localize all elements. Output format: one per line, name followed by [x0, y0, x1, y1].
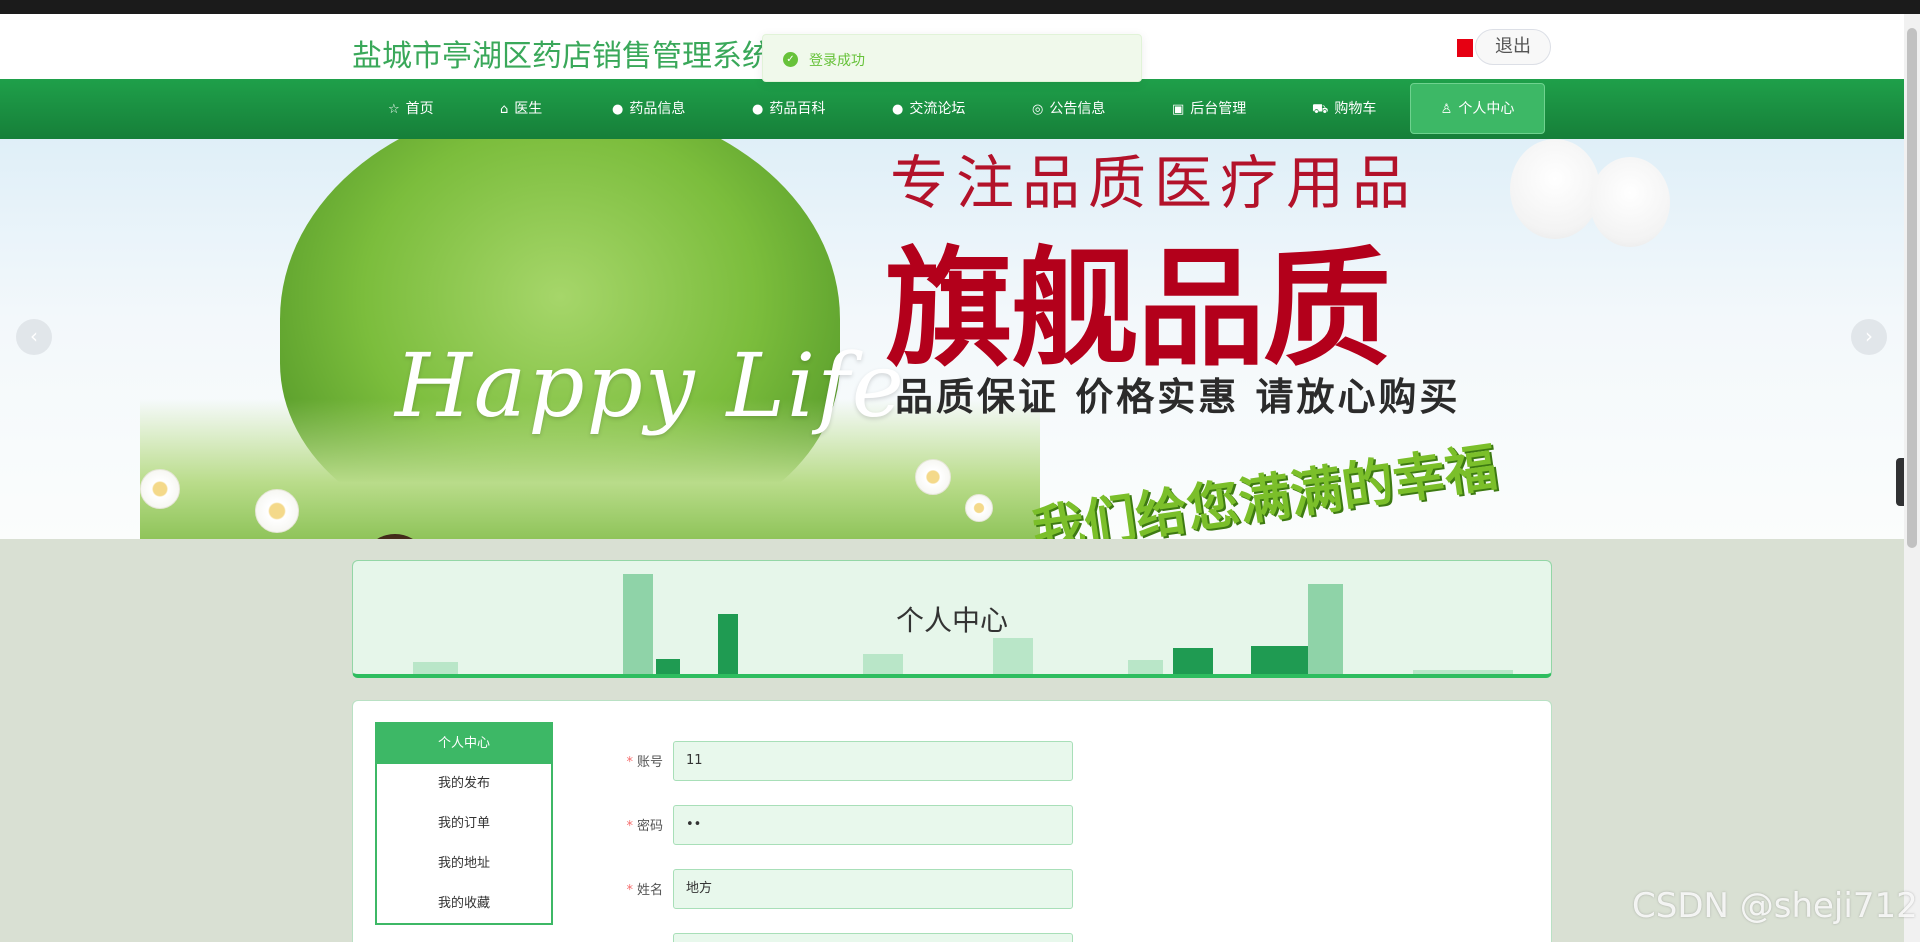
nav-label: 公告信息 — [1049, 101, 1106, 117]
label-text: 密码 — [636, 819, 663, 834]
name-label: * 姓名 — [583, 879, 663, 898]
password-label: * 密码 — [583, 815, 663, 834]
banner-slogan-main: 旗舰品质 — [885, 235, 1391, 384]
menu-item-personal-center[interactable]: 个人中心 — [377, 724, 551, 764]
skyline-building — [656, 659, 680, 674]
personal-center-card: 个人中心 我的发布 我的订单 我的地址 我的收藏 * 账号 11 * 密码 •• *… — [352, 700, 1552, 942]
label-text: 账号 — [636, 755, 663, 770]
skyline-building — [413, 662, 458, 674]
carousel-prev-button[interactable]: ‹ — [16, 319, 52, 355]
account-field[interactable]: 11 — [673, 741, 1073, 781]
skyline-building — [1128, 660, 1163, 674]
info-icon: ● — [612, 102, 624, 117]
smiley-cloud-icon — [1510, 139, 1600, 239]
account-label: * 账号 — [583, 751, 663, 770]
flower-icon — [915, 459, 951, 495]
happy-life-text: Happy Life — [395, 334, 906, 437]
toast-message: 登录成功 — [809, 53, 865, 69]
question-icon: ● — [752, 102, 764, 117]
label-text: 姓名 — [636, 883, 663, 898]
nav-label: 购物车 — [1334, 101, 1377, 117]
scrollbar-thumb[interactable] — [1907, 28, 1917, 548]
required-mark: * — [626, 819, 633, 834]
login-success-toast: ✓ 登录成功 — [762, 34, 1142, 82]
nav-item-personal-center[interactable]: ♙ 个人中心 — [1410, 83, 1545, 134]
hero-banner: Happy Life 专注品质医疗用品 旗舰品质 品质保证 价格实惠 请放心购买… — [0, 139, 1904, 539]
site-title: 盐城市亭湖区药店销售管理系统 — [352, 39, 772, 74]
nav-label: 药品百科 — [769, 101, 826, 117]
csdn-watermark: CSDN @sheji712 — [1632, 886, 1918, 926]
flower-icon — [965, 494, 993, 522]
banner-slogan-bottom: 我们给您满满的幸福 — [1028, 437, 1501, 539]
building-icon: ▣ — [1172, 102, 1185, 117]
nav-item-medicine-wiki[interactable]: ● 药品百科 — [752, 79, 825, 139]
carousel-next-button[interactable]: › — [1851, 319, 1887, 355]
logout-button[interactable]: 退出 — [1475, 29, 1551, 65]
menu-item-my-favorites[interactable]: 我的收藏 — [377, 884, 551, 924]
skyline-building — [993, 638, 1033, 674]
personal-side-menu: 个人中心 我的发布 我的订单 我的地址 我的收藏 — [375, 722, 553, 925]
nav-item-forum[interactable]: ● 交流论坛 — [892, 79, 965, 139]
globe-icon: ◎ — [1032, 102, 1044, 117]
nav-item-medicine-info[interactable]: ● 药品信息 — [612, 79, 685, 139]
nav-label: 交流论坛 — [909, 101, 966, 117]
flower-icon — [255, 489, 299, 533]
flower-icon — [140, 469, 180, 509]
nav-label: 医生 — [514, 101, 543, 117]
home-icon: ⌂ — [500, 102, 509, 117]
skyline-building — [863, 654, 903, 674]
required-mark: * — [626, 883, 633, 898]
banner-slogan-sub: 品质保证 价格实惠 请放心购买 — [895, 375, 1461, 419]
page-title-banner: 个人中心 — [352, 560, 1552, 678]
skyline-building — [1413, 670, 1513, 674]
main-nav: ☆ 首页 ⌂ 医生 ● 药品信息 ● 药品百科 ● 交流论坛 ◎ 公告信息 ▣ 后台管理 ⛟ 购… — [0, 79, 1904, 139]
nav-item-admin[interactable]: ▣ 后台管理 — [1172, 79, 1246, 139]
person-face — [350, 534, 440, 539]
required-mark: * — [626, 755, 633, 770]
nav-label: 首页 — [405, 101, 434, 117]
menu-item-my-posts[interactable]: 我的发布 — [377, 764, 551, 804]
nav-item-home[interactable]: ☆ 首页 — [388, 79, 434, 139]
menu-item-my-address[interactable]: 我的地址 — [377, 844, 551, 884]
next-field[interactable] — [673, 933, 1073, 942]
smiley-cloud-icon — [1590, 157, 1670, 247]
nav-item-doctor[interactable]: ⌂ 医生 — [500, 79, 542, 139]
family-photo — [330, 524, 910, 539]
menu-item-my-orders[interactable]: 我的订单 — [377, 804, 551, 844]
skyline-building — [1173, 648, 1213, 674]
star-icon: ☆ — [388, 102, 400, 117]
forum-icon: ● — [892, 102, 904, 117]
nav-item-announcements[interactable]: ◎ 公告信息 — [1032, 79, 1105, 139]
name-field[interactable]: 地方 — [673, 869, 1073, 909]
nav-item-cart[interactable]: ⛟ 购物车 — [1312, 79, 1376, 139]
flag-icon — [1457, 39, 1473, 57]
success-check-icon: ✓ — [783, 52, 798, 67]
user-icon: ♙ — [1440, 102, 1453, 117]
page-title: 个人中心 — [895, 604, 1008, 637]
nav-label: 个人中心 — [1458, 101, 1515, 117]
browser-top-strip — [0, 0, 1920, 14]
nav-label: 药品信息 — [629, 101, 686, 117]
cart-icon: ⛟ — [1312, 102, 1329, 117]
nav-label: 后台管理 — [1190, 101, 1247, 117]
password-field[interactable]: •• — [673, 805, 1073, 845]
